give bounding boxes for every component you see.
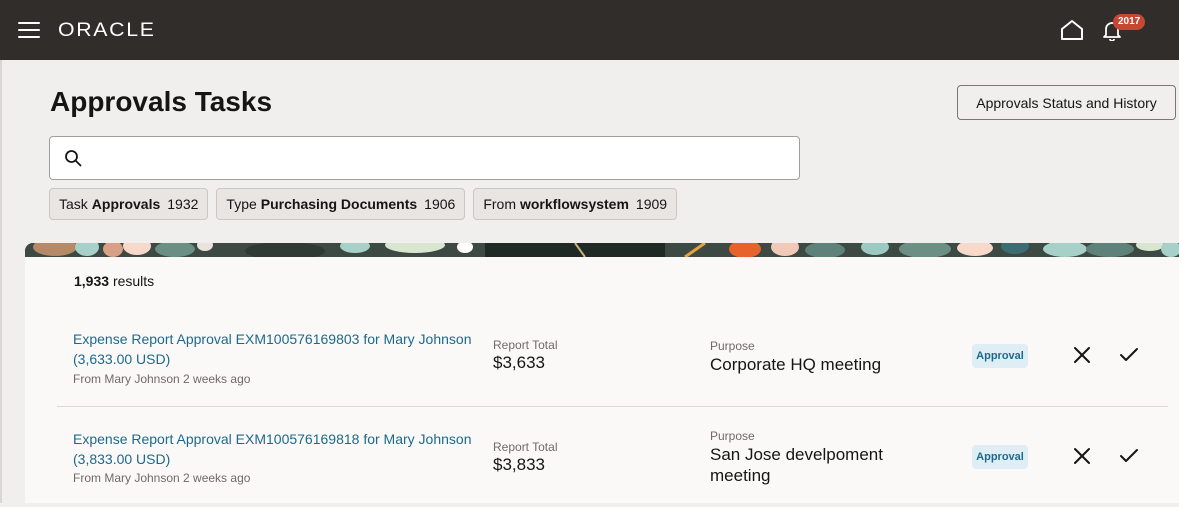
home-icon[interactable] [1060,19,1084,41]
purpose-value: Corporate HQ meeting [710,355,882,374]
banner-pattern [25,243,1179,257]
search-icon [65,150,82,167]
task-title-link[interactable]: Expense Report Approval EXM100576169803 … [73,329,483,369]
approvals-status-history-button[interactable]: Approvals Status and History [957,85,1176,120]
filter-chip-count: 1932 [167,196,199,212]
menu-icon[interactable] [18,22,40,38]
filter-chips: Task Approvals 1932 Type Purchasing Docu… [49,188,678,220]
approval-tag: Approval [972,445,1028,469]
decorative-banner [25,243,1179,257]
left-edge-divider [0,60,2,503]
filter-chip-count: 1906 [424,196,456,212]
page-title: Approvals Tasks [50,86,273,117]
report-total-value: $3,833 [493,455,545,474]
notification-count-badge[interactable]: 2017 [1113,14,1146,30]
top-navigation-bar: ORACLE 2017 [0,0,1179,60]
filter-chip-type[interactable]: Type Purchasing Documents 1906 [216,188,466,220]
filter-chip-value: Purchasing Documents [260,196,418,212]
filter-chip-key: Task [59,196,88,212]
task-row[interactable]: Expense Report Approval EXM100576169803 … [57,315,1168,407]
reject-icon[interactable] [1072,345,1092,365]
filter-chip-task[interactable]: Task Approvals 1932 [49,188,209,220]
filter-chip-from[interactable]: From workflowsystem 1909 [473,188,678,220]
task-title-link[interactable]: Expense Report Approval EXM100576169818 … [73,429,483,469]
filter-chip-value: workflowsystem [519,196,629,212]
search-box[interactable] [49,136,800,180]
purpose-label: Purpose [710,339,755,353]
purpose-value: San Jose develpoment meeting [710,445,883,485]
task-row[interactable]: Expense Report Approval EXM100576169818 … [57,415,1168,507]
task-list-panel: 1,933 results Expense Report Approval EX… [25,257,1179,503]
approval-tag: Approval [972,344,1028,368]
filter-chip-key: From [483,196,516,212]
approve-icon[interactable] [1119,446,1139,466]
filter-chip-value: Approvals [91,196,161,212]
purpose-label: Purpose [710,429,755,443]
task-from: From Mary Johnson 2 weeks ago [73,372,251,386]
filter-chip-count: 1909 [635,196,668,212]
oracle-logo: ORACLE [58,20,156,41]
reject-icon[interactable] [1072,446,1092,466]
filter-chip-key: Type [226,196,257,212]
report-total-label: Report Total [493,338,558,352]
search-input[interactable] [92,145,782,171]
results-number: 1,933 [74,273,110,289]
approve-icon[interactable] [1119,345,1139,365]
report-total-label: Report Total [493,440,558,454]
results-label: results [112,273,155,289]
results-count: 1,933 results [74,273,154,289]
task-from: From Mary Johnson 2 weeks ago [73,471,251,485]
report-total-value: $3,633 [493,353,545,372]
